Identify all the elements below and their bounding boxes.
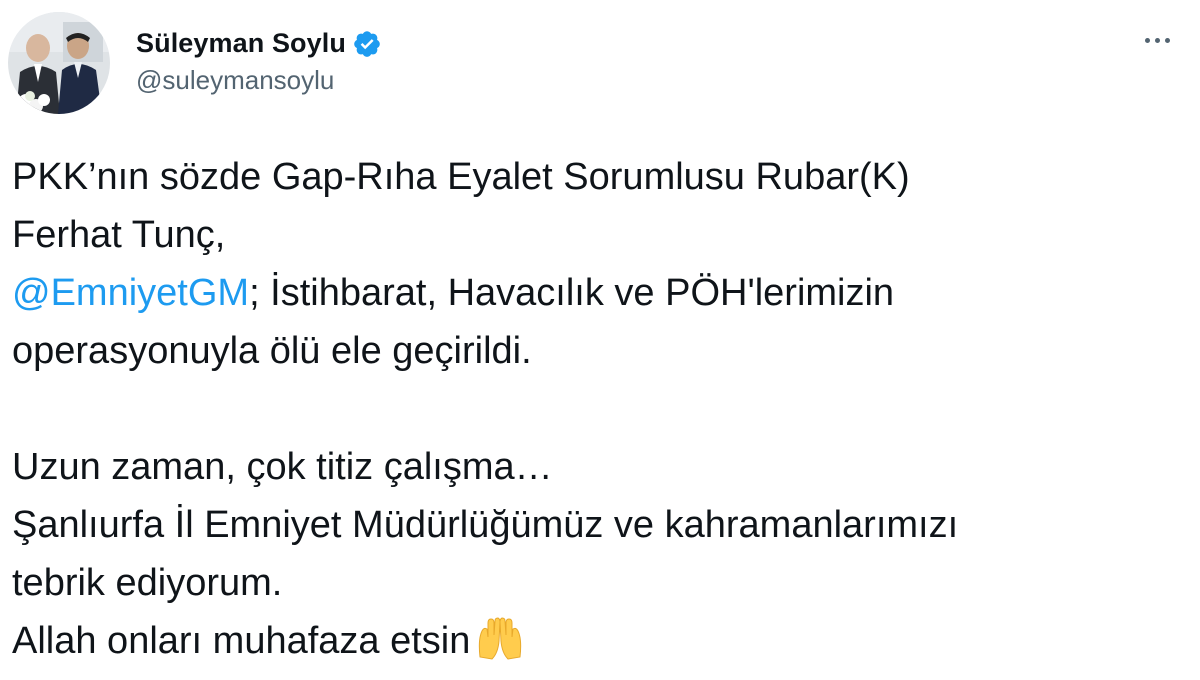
tweet-text: PKK’nın sözde Gap-Rıha Eyalet Sorumlusu … [12, 148, 1192, 678]
verified-badge-icon [352, 29, 382, 59]
name-row: Süleyman Soylu [136, 28, 382, 59]
more-horizontal-icon [1165, 38, 1170, 43]
author-display-name[interactable]: Süleyman Soylu [136, 28, 346, 59]
avatar-photo [8, 12, 110, 114]
mention-link[interactable]: @EmniyetGM [12, 272, 249, 314]
more-horizontal-icon [1155, 38, 1160, 43]
author-block: Süleyman Soylu @suleymansoylu [136, 28, 382, 96]
tweet-line: PKK’nın sözde Gap-Rıha Eyalet Sorumlusu … [12, 156, 910, 198]
more-horizontal-icon [1145, 38, 1150, 43]
tweet-card: Süleyman Soylu @suleymansoylu PKK’nın sö… [0, 0, 1200, 680]
raising-hands-emoji [476, 617, 524, 678]
avatar[interactable] [8, 12, 110, 114]
tweet-line: Uzun zaman, çok titiz çalışma… [12, 446, 553, 488]
tweet-line: tebrik ediyorum. [12, 562, 283, 604]
tweet-header: Süleyman Soylu @suleymansoylu [8, 12, 382, 114]
author-handle[interactable]: @suleymansoylu [136, 65, 382, 96]
tweet-line-text: ; İstihbarat, Havacılık ve PÖH'lerimizin [249, 272, 895, 314]
paragraph-break [12, 380, 1192, 438]
tweet-line: Şanlıurfa İl Emniyet Müdürlüğümüz ve kah… [12, 504, 959, 546]
tweet-line-text: Allah onları muhafaza etsin [12, 620, 471, 662]
tweet-line: operasyonuyla ölü ele geçirildi. [12, 330, 532, 372]
tweet-line: Allah onları muhafaza etsin [12, 612, 1192, 678]
tweet-line: Ferhat Tunç, [12, 214, 226, 256]
more-options-button[interactable] [1139, 32, 1176, 49]
tweet-line: @EmniyetGM; İstihbarat, Havacılık ve PÖH… [12, 264, 1192, 322]
